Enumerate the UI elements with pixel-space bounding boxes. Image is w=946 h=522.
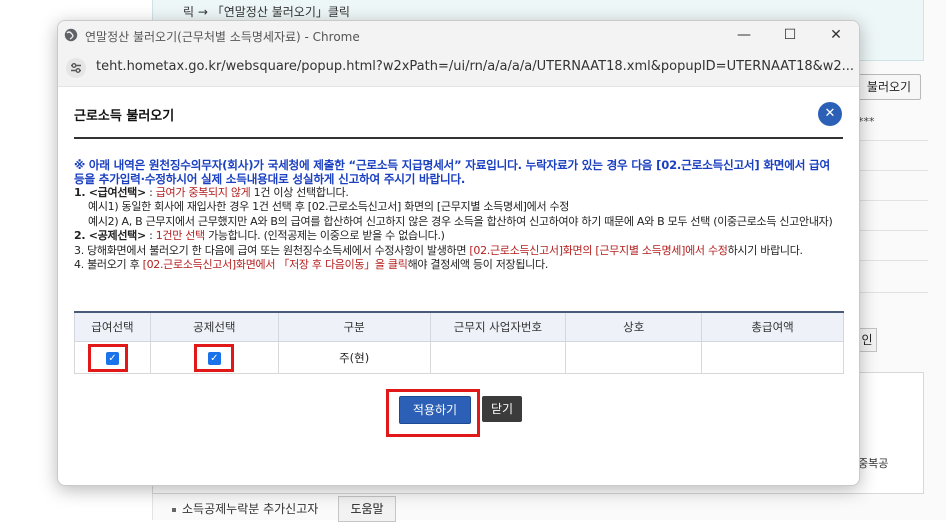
url-text[interactable]: teht.hometax.go.kr/websquare/popup.html?… <box>96 59 854 74</box>
confirm-button-partial[interactable]: 인 <box>857 328 877 352</box>
business-number-cell <box>429 341 567 374</box>
col-company-name: 상호 <box>565 311 703 342</box>
note-4-highlight: [02.근로소득신고서]화면에서 「저장 후 다음이동」을 클릭 <box>142 258 408 272</box>
note-1-highlight: 급여가 중복되지 않게 <box>155 186 251 199</box>
income-table: 급여선택 공제선택 구분 근무지 사업자번호 상호 총급여액 ✓ ✓ 주(현) <box>74 311 844 374</box>
dialog-content: 근로소득 불러오기 ✕ ※ 아래 내역은 원천징수의무자(회사)가 국세청에 제… <box>58 87 859 485</box>
note-2: 2. <공제선택> : 1건만 선택 가능합니다. (인적공제는 이중으로 받을… <box>74 229 849 243</box>
window-title: 연말정산 불러오기(근무처별 소득명세자료) - Chrome <box>85 30 360 44</box>
window-titlebar[interactable]: 연말정산 불러오기(근무처별 소득명세자료) - Chrome — ☐ ✕ <box>58 21 859 50</box>
note-3-a: 3. 당해화면에서 불러오기 한 다음에 급여 또는 원천징수소득세에서 수정사… <box>74 243 470 257</box>
col-salary-select: 급여선택 <box>74 311 151 342</box>
note-4-a: 4. 불러오기 후 <box>74 258 143 272</box>
load-button[interactable]: 불러오기 <box>857 74 921 100</box>
help-button[interactable]: 도움말 <box>338 496 396 522</box>
address-bar[interactable]: teht.hometax.go.kr/websquare/popup.html?… <box>58 50 859 87</box>
note-1-colon: : <box>145 186 156 199</box>
col-total-salary: 총급여액 <box>701 311 844 342</box>
close-icon[interactable]: ✕ <box>818 102 842 126</box>
instruction-text: 릭 → 「연말정산 불러오기」클릭 <box>183 5 350 19</box>
popup-window: 연말정산 불러오기(근무처별 소득명세자료) - Chrome — ☐ ✕ te… <box>57 20 860 486</box>
type-cell: 주(현) <box>277 341 431 374</box>
note-2-highlight: 1건만 선택 <box>155 229 205 243</box>
site-info-icon[interactable] <box>66 58 86 78</box>
note-3-highlight: [02.근로소득신고서]화면의 [근무지별 소득명세]에서 수정 <box>469 243 728 257</box>
globe-icon <box>64 28 78 42</box>
highlight-deduction-checkbox <box>194 344 234 372</box>
note-1: 1. <급여선택> : 급여가 중복되지 않게 1건 이상 선택합니다. <box>74 186 849 200</box>
notice-text: ※ 아래 내역은 원천징수의무자(회사)가 국세청에 제출한 “근로소득 지급명… <box>74 158 830 186</box>
table-header-row: 급여선택 공제선택 구분 근무지 사업자번호 상호 총급여액 <box>74 311 844 342</box>
total-salary-cell <box>701 341 844 374</box>
minimize-button[interactable]: — <box>721 21 767 50</box>
note-3: 3. 당해화면에서 불러오기 한 다음에 급여 또는 원천징수소득세에서 수정사… <box>74 244 849 258</box>
window-close-button[interactable]: ✕ <box>813 21 859 50</box>
note-4: 4. 불러오기 후 [02.근로소득신고서]화면에서 「저장 후 다음이동」을 … <box>74 258 849 272</box>
title-divider <box>74 137 843 139</box>
bullet-icon <box>172 507 176 512</box>
additional-filer-label: 소득공제누락분 추가신고자 <box>172 500 318 517</box>
note-1-example-2: 예시2) A, B 근무지에서 근무했지만 A와 B의 급여를 합산하여 신고하… <box>88 214 833 228</box>
highlight-salary-checkbox <box>88 344 128 372</box>
close-button[interactable]: 닫기 <box>482 396 522 422</box>
note-1-example-1: 예시1) 동일한 회사에 재입사한 경우 1건 선택 후 [02.근로소득신고서… <box>88 200 570 214</box>
maximize-button[interactable]: ☐ <box>767 21 813 50</box>
table-row: ✓ ✓ 주(현) <box>74 341 844 374</box>
dialog-title: 근로소득 불러오기 <box>74 109 175 124</box>
company-name-cell <box>565 341 703 374</box>
note-1-prefix: 1. <급여선택> <box>74 186 146 199</box>
note-3-b: 하시기 바랍니다. <box>727 243 803 257</box>
apply-button[interactable]: 적용하기 <box>399 396 471 424</box>
note-2-prefix: 2. <공제선택> <box>74 229 146 243</box>
masked-value: *** <box>858 115 875 128</box>
note-4-b: 해야 결정세액 등이 저장됩니다. <box>407 258 549 272</box>
note-1-rest: 1건 이상 선택합니다. <box>250 186 349 199</box>
col-type: 구분 <box>277 311 431 342</box>
side-text: 중복공 <box>858 457 889 470</box>
note-2-colon: : <box>145 229 156 243</box>
instructions: 1. <급여선택> : 급여가 중복되지 않게 1건 이상 선택합니다. 예시1… <box>74 186 849 272</box>
col-business-number: 근무지 사업자번호 <box>429 311 567 342</box>
col-deduction-select: 공제선택 <box>149 311 279 342</box>
note-2-rest: 가능합니다. (인적공제는 이중으로 받을 수 없습니다.) <box>204 229 445 243</box>
additional-filer-text: 소득공제누락분 추가신고자 <box>182 502 319 516</box>
